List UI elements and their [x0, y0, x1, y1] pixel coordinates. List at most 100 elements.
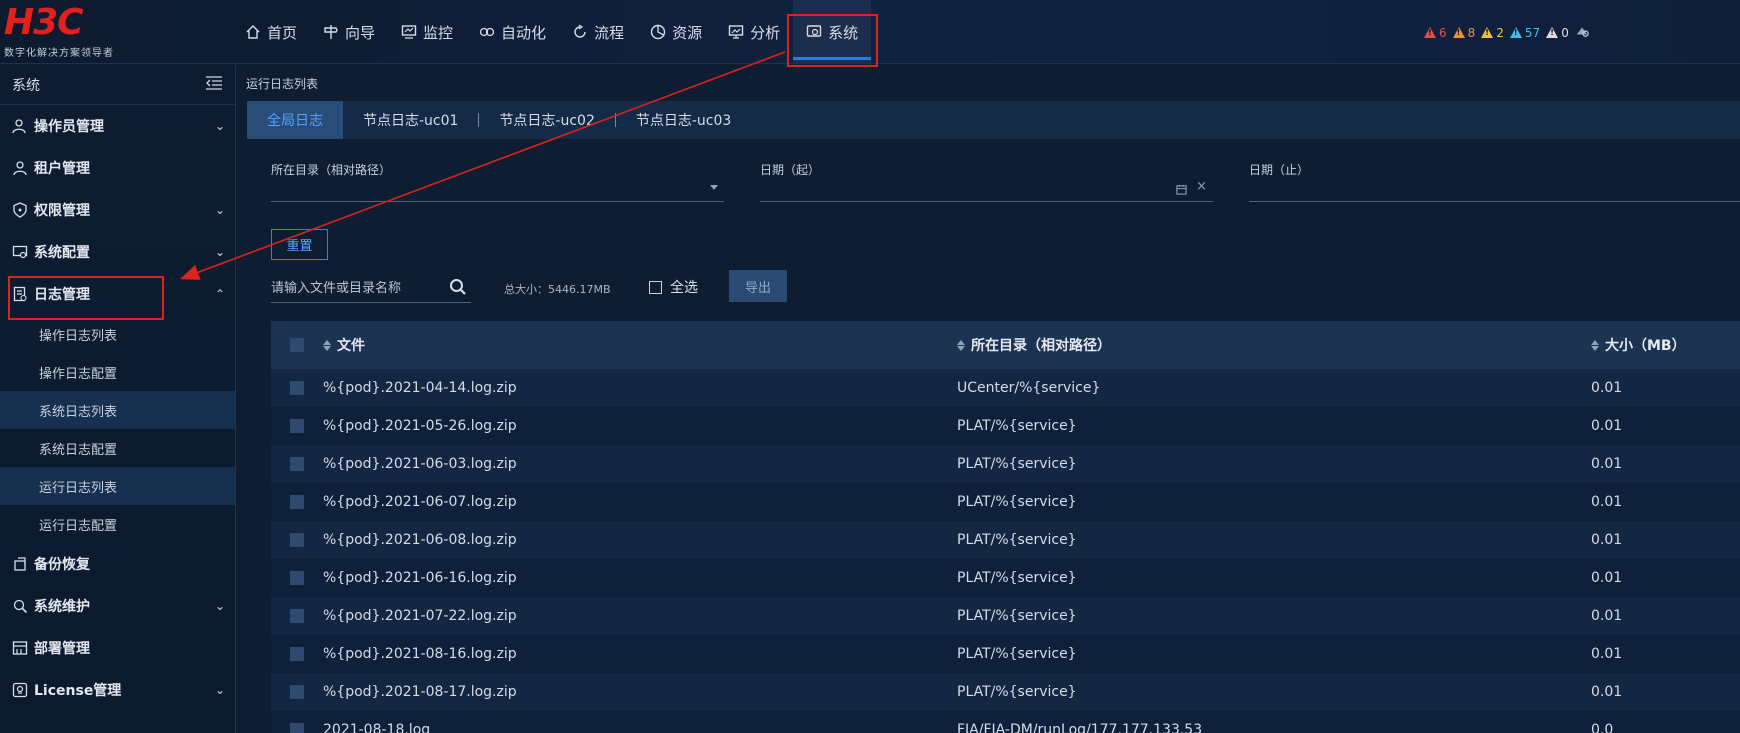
tab-global-log[interactable]: 全局日志: [247, 101, 343, 139]
cell-dir: PLAT/%{service}: [957, 456, 1077, 472]
row-checkbox[interactable]: [271, 533, 323, 547]
date-end-input[interactable]: [1249, 177, 1740, 201]
warning-icon: [1452, 27, 1465, 38]
row-checkbox[interactable]: [271, 609, 323, 623]
row-checkbox[interactable]: [271, 571, 323, 585]
cell-size: 0.01: [1591, 418, 1623, 434]
row-checkbox[interactable]: [271, 419, 323, 433]
alarm-settings-icon[interactable]: [1575, 24, 1589, 41]
export-button[interactable]: 导出: [729, 270, 787, 302]
search-input[interactable]: [271, 277, 441, 299]
nav-label: 资源: [672, 23, 703, 42]
sidebar-subitem-operation-log-config[interactable]: 操作日志配置: [0, 353, 235, 391]
column-header-file[interactable]: 文件: [323, 335, 957, 355]
sidebar-subitem-run-log-list[interactable]: 运行日志列表: [0, 467, 235, 505]
cell-file: %{pod}.2021-06-16.log.zip: [323, 570, 517, 586]
chevron-down-icon: ⌄: [214, 683, 225, 697]
sort-icon: [323, 339, 331, 351]
table-row[interactable]: %{pod}.2021-08-17.log.zip PLAT/%{service…: [271, 673, 1740, 711]
cell-dir: PLAT/%{service}: [957, 418, 1077, 434]
calendar-icon[interactable]: [1176, 183, 1187, 199]
nav-item-guide[interactable]: 向导: [310, 0, 388, 64]
sidebar-subitem-system-log-list[interactable]: 系统日志列表: [0, 391, 235, 429]
chevron-down-icon: ⌄: [214, 203, 225, 217]
alarm-count: 57: [1524, 25, 1541, 40]
nav-item-automation[interactable]: 自动化: [466, 0, 559, 64]
alarm-info[interactable]: 0: [1546, 26, 1569, 40]
row-checkbox[interactable]: [271, 647, 323, 661]
cell-dir: UCenter/%{service}: [957, 380, 1101, 396]
search-icon[interactable]: [449, 278, 467, 296]
alarm-count: 0: [1561, 25, 1569, 40]
table-row[interactable]: %{pod}.2021-06-07.log.zip PLAT/%{service…: [271, 483, 1740, 521]
date-end-underline: [1249, 201, 1740, 202]
alarm-summary[interactable]: 6 8 2 57 0: [1424, 24, 1589, 41]
select-all-checkbox[interactable]: 全选: [649, 277, 698, 297]
permission-icon: [12, 202, 28, 218]
nav-label: 监控: [423, 23, 454, 42]
nav-label: 首页: [267, 23, 298, 42]
column-header-size[interactable]: 大小（MB）: [1591, 335, 1740, 355]
sidebar-subitem-system-log-config[interactable]: 系统日志配置: [0, 429, 235, 467]
nav-item-analysis[interactable]: 分析: [715, 0, 793, 64]
table-row[interactable]: %{pod}.2021-06-08.log.zip PLAT/%{service…: [271, 521, 1740, 559]
row-checkbox[interactable]: [271, 495, 323, 509]
date-start-label: 日期（起）: [760, 163, 821, 177]
row-checkbox[interactable]: [271, 723, 323, 733]
row-checkbox[interactable]: [271, 457, 323, 471]
sidebar-item-maintenance[interactable]: 系统维护 ⌄: [0, 585, 235, 627]
sidebar-item-tenant[interactable]: 租户管理: [0, 147, 235, 189]
dir-filter-select[interactable]: [271, 177, 724, 201]
table-row[interactable]: 2021-08-18.log FIA/FIA-DM/runLog/177.177…: [271, 711, 1740, 733]
tab-node-log-uc01[interactable]: 节点日志-uc01: [343, 101, 478, 139]
tab-node-log-uc03[interactable]: 节点日志-uc03: [616, 101, 751, 139]
nav-item-home[interactable]: 首页: [232, 0, 310, 64]
table-row[interactable]: %{pod}.2021-06-16.log.zip PLAT/%{service…: [271, 559, 1740, 597]
alarm-minor[interactable]: 2: [1481, 26, 1504, 40]
sidebar-item-deploy[interactable]: 部署管理: [0, 627, 235, 669]
tab-node-log-uc02[interactable]: 节点日志-uc02: [479, 101, 614, 139]
clear-icon[interactable]: ×: [1196, 179, 1207, 194]
nav-item-resource[interactable]: 资源: [637, 0, 715, 64]
table-row[interactable]: %{pod}.2021-06-03.log.zip PLAT/%{service…: [271, 445, 1740, 483]
row-checkbox[interactable]: [271, 685, 323, 699]
total-size-text: 总大小：5446.17MB: [504, 283, 611, 296]
warning-icon: [1424, 27, 1436, 38]
checkbox-icon: [290, 381, 304, 395]
checkbox-icon: [290, 495, 304, 509]
nav-item-monitor[interactable]: 监控: [388, 0, 466, 64]
cell-size: 0.01: [1591, 494, 1623, 510]
sidebar-item-permission[interactable]: 权限管理 ⌄: [0, 189, 235, 231]
alarm-major[interactable]: 8: [1452, 26, 1475, 40]
nav-label: 自动化: [501, 23, 547, 42]
reset-button[interactable]: 重置: [271, 229, 328, 260]
sidebar-item-config[interactable]: 系统配置 ⌄: [0, 231, 235, 273]
alarm-warning[interactable]: 57: [1509, 25, 1541, 40]
column-header-label: 所在目录（相对路径）: [971, 338, 1111, 354]
sidebar-item-label: 系统维护: [34, 599, 90, 615]
cell-file: 2021-08-18.log: [323, 722, 431, 733]
collapse-menu-icon[interactable]: [205, 75, 223, 94]
sidebar-item-operator[interactable]: 操作员管理 ⌄: [0, 105, 235, 147]
log-tabs: 全局日志 节点日志-uc01 节点日志-uc02 节点日志-uc03: [247, 101, 1740, 139]
column-header-dir[interactable]: 所在目录（相对路径）: [957, 335, 1591, 355]
sidebar-subitem-run-log-config[interactable]: 运行日志配置: [0, 505, 235, 543]
cell-file: %{pod}.2021-06-03.log.zip: [323, 456, 517, 472]
table-row[interactable]: %{pod}.2021-04-14.log.zip UCenter/%{serv…: [271, 369, 1740, 407]
nav-item-process[interactable]: 流程: [559, 0, 637, 64]
sidebar: 系统 操作员管理 ⌄ 租户管理 权限管理 ⌄ 系统配置 ⌄ 日志管理 ⌃ 操作日…: [0, 65, 236, 733]
sidebar-subitem-operation-log-list[interactable]: 操作日志列表: [0, 315, 235, 353]
alarm-critical[interactable]: 6: [1424, 26, 1447, 40]
date-start-input[interactable]: ×: [760, 177, 1213, 201]
table-row[interactable]: %{pod}.2021-05-26.log.zip PLAT/%{service…: [271, 407, 1740, 445]
sidebar-item-backup[interactable]: 备份恢复: [0, 543, 235, 585]
table-row[interactable]: %{pod}.2021-07-22.log.zip PLAT/%{service…: [271, 597, 1740, 635]
h3c-logo[interactable]: H3C 数字化解决方案领导者: [4, 4, 134, 60]
search-box: [271, 273, 471, 303]
sidebar-item-license[interactable]: License管理 ⌄: [0, 669, 235, 711]
row-checkbox[interactable]: [271, 381, 323, 395]
table-row[interactable]: %{pod}.2021-08-16.log.zip PLAT/%{service…: [271, 635, 1740, 673]
sidebar-item-label: 部署管理: [34, 641, 90, 657]
header-checkbox[interactable]: [271, 338, 323, 352]
sort-icon: [1591, 339, 1599, 351]
